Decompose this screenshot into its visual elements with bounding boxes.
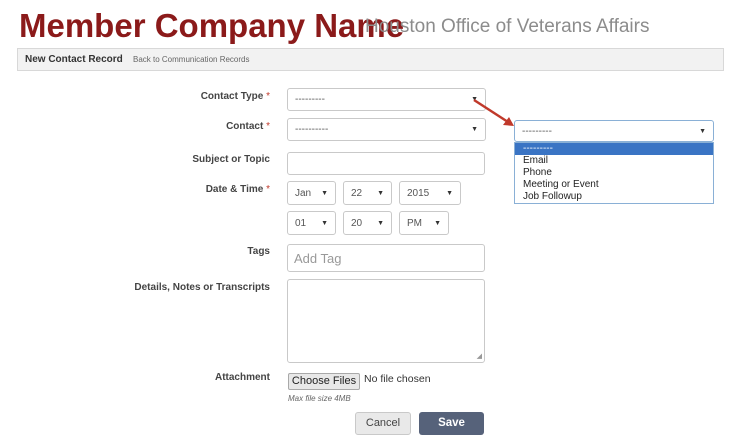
subject-label: Subject or Topic — [192, 154, 270, 165]
details-textarea[interactable]: ◢ — [287, 279, 485, 363]
chevron-down-icon: ▼ — [377, 189, 384, 197]
tags-input[interactable]: Add Tag — [287, 244, 485, 272]
tags-label: Tags — [247, 246, 270, 257]
contact-label: Contact * — [226, 121, 270, 132]
details-label: Details, Notes or Transcripts — [134, 282, 270, 293]
attachment-label: Attachment — [214, 372, 270, 383]
chevron-down-icon: ▼ — [446, 189, 453, 197]
month-select[interactable]: Jan ▼ — [287, 181, 336, 205]
dropdown-option[interactable]: --------- — [515, 143, 713, 155]
dropdown-option-email[interactable]: Email — [515, 155, 713, 167]
chevron-down-icon: ▼ — [321, 189, 328, 197]
chevron-down-icon: ▼ — [699, 127, 706, 135]
red-arrow-icon — [473, 98, 514, 126]
chevron-down-icon: ▼ — [321, 219, 328, 227]
dropdown-option-phone[interactable]: Phone — [515, 167, 713, 179]
ampm-select[interactable]: PM ▼ — [399, 211, 449, 235]
page-title: New Contact Record — [25, 54, 123, 65]
contact-type-label: Contact Type * — [200, 91, 270, 102]
dropdown-option-meeting[interactable]: Meeting or Event — [515, 179, 713, 191]
file-size-hint: Max file size 4MB — [288, 394, 351, 403]
dropdown-options: --------- Email Phone Meeting or Event J… — [514, 142, 714, 204]
subject-input[interactable] — [287, 152, 485, 175]
hour-select[interactable]: 01 ▼ — [287, 211, 336, 235]
chevron-down-icon: ▼ — [434, 219, 441, 227]
office-name: Houston Office of Veterans Affairs — [365, 16, 650, 37]
save-button[interactable]: Save — [419, 412, 484, 435]
day-select[interactable]: 22 ▼ — [343, 181, 392, 205]
contact-dropdown-expanded[interactable]: --------- ▼ — [514, 120, 714, 142]
dropdown-option-job-followup[interactable]: Job Followup — [515, 191, 713, 203]
breadcrumb: New Contact Record Back to Communication… — [17, 48, 724, 71]
resize-grip-icon[interactable]: ◢ — [477, 352, 482, 360]
chevron-down-icon: ▼ — [377, 219, 384, 227]
year-select[interactable]: 2015 ▼ — [399, 181, 461, 205]
back-link[interactable]: Back to Communication Records — [133, 55, 250, 64]
company-name: Member Company Name — [19, 7, 405, 44]
contact-type-select[interactable]: ---------▼ — [287, 88, 486, 111]
contact-select[interactable]: ---------- ▼ — [287, 118, 486, 141]
minute-select[interactable]: 20 ▼ — [343, 211, 392, 235]
choose-files-button[interactable]: Choose Files — [288, 373, 360, 390]
datetime-label: Date & Time * — [205, 184, 270, 195]
file-status: No file chosen — [364, 373, 431, 385]
cancel-button[interactable]: Cancel — [355, 412, 411, 435]
